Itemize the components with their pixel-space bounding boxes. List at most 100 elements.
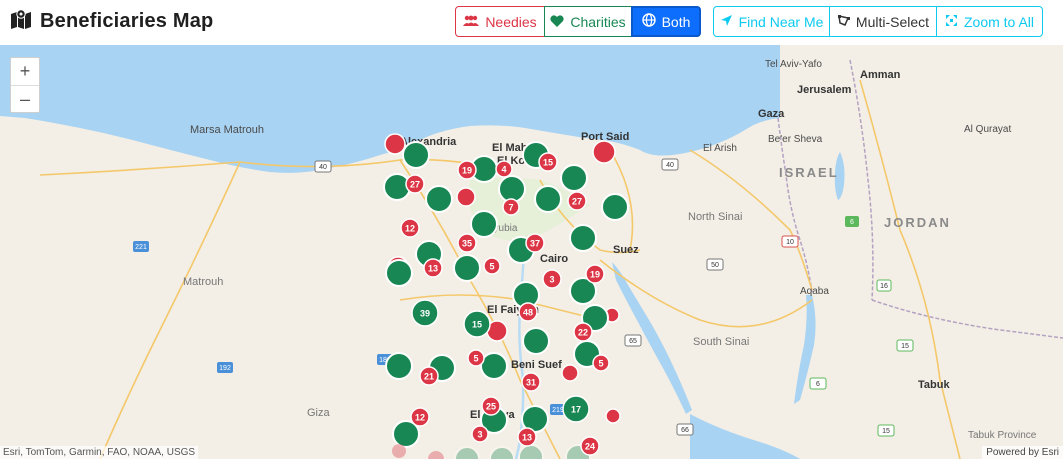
charity-marker[interactable] bbox=[385, 259, 413, 287]
needy-cluster[interactable]: 21 bbox=[419, 366, 439, 386]
charities-button[interactable]: Charities bbox=[544, 6, 632, 37]
needy-cluster[interactable]: 5 bbox=[467, 349, 485, 367]
needy-cluster[interactable]: 27 bbox=[405, 174, 425, 194]
charity-marker[interactable] bbox=[534, 185, 562, 213]
needy-cluster[interactable]: 24 bbox=[580, 436, 600, 456]
draw-polygon-icon bbox=[837, 14, 850, 30]
needy-cluster[interactable]: 5 bbox=[483, 257, 501, 275]
users-icon bbox=[463, 14, 480, 30]
needy-cluster[interactable]: 3 bbox=[471, 425, 489, 443]
needy-cluster[interactable]: 15 bbox=[538, 152, 558, 172]
needy-cluster[interactable]: 48 bbox=[518, 302, 538, 322]
needy-marker[interactable] bbox=[456, 187, 476, 207]
map-marked-icon bbox=[10, 9, 32, 34]
needy-cluster[interactable]: 22 bbox=[573, 322, 593, 342]
road-shield: 192 bbox=[217, 362, 233, 373]
cluster-count: 31 bbox=[526, 378, 536, 388]
road-shield: 6 bbox=[845, 216, 859, 227]
needy-cluster[interactable]: 7 bbox=[502, 198, 520, 216]
cluster-count: 24 bbox=[585, 442, 595, 452]
needy-cluster[interactable]: 35 bbox=[457, 233, 477, 253]
cluster-count: 25 bbox=[486, 402, 496, 412]
beneficiaries-map[interactable]: Marsa Matrouh Alexandria El Mahalla El K… bbox=[0, 45, 1063, 459]
expand-arrows-icon bbox=[945, 14, 958, 30]
svg-text:15: 15 bbox=[882, 428, 890, 435]
cluster-count: 5 bbox=[598, 359, 603, 369]
svg-text:66: 66 bbox=[681, 427, 689, 434]
page-title-text: Beneficiaries Map bbox=[40, 10, 214, 32]
needy-cluster[interactable]: 19 bbox=[457, 160, 477, 180]
charity-marker[interactable] bbox=[385, 352, 413, 380]
cluster-count: 48 bbox=[523, 308, 533, 318]
cluster-count: 27 bbox=[410, 180, 420, 190]
needies-button[interactable]: Needies bbox=[455, 6, 545, 37]
charity-marker[interactable] bbox=[480, 352, 508, 380]
needy-cluster[interactable]: 13 bbox=[517, 427, 537, 447]
cluster-count: 12 bbox=[415, 413, 425, 423]
place-label: Gaza bbox=[758, 108, 785, 120]
charity-marker[interactable] bbox=[518, 444, 544, 459]
charity-cluster[interactable]: 39 bbox=[411, 299, 439, 327]
needy-marker[interactable] bbox=[592, 140, 616, 164]
road-shield: 65 bbox=[624, 334, 642, 347]
charity-marker[interactable] bbox=[470, 210, 498, 238]
needy-cluster[interactable]: 27 bbox=[567, 191, 587, 211]
zoom-to-all-button[interactable]: Zoom to All bbox=[936, 6, 1043, 37]
needies-label: Needies bbox=[485, 13, 537, 30]
needy-cluster[interactable]: 25 bbox=[481, 396, 501, 416]
place-label: ISRAEL bbox=[779, 165, 839, 180]
place-label: Giza bbox=[307, 407, 331, 419]
svg-text:40: 40 bbox=[666, 162, 674, 169]
globe-icon bbox=[641, 13, 656, 30]
charity-marker[interactable] bbox=[425, 185, 453, 213]
needy-marker[interactable] bbox=[392, 444, 406, 458]
zoom-in-button[interactable]: + bbox=[11, 58, 39, 86]
charity-marker[interactable] bbox=[522, 327, 550, 355]
powered-by-esri[interactable]: Powered by Esri bbox=[982, 446, 1063, 459]
charity-marker[interactable] bbox=[569, 224, 597, 252]
needy-marker[interactable] bbox=[384, 133, 406, 155]
needy-cluster[interactable]: 4 bbox=[495, 160, 513, 178]
charity-marker[interactable] bbox=[601, 193, 629, 221]
cluster-count: 17 bbox=[571, 405, 581, 415]
svg-text:6: 6 bbox=[850, 219, 854, 226]
needy-cluster[interactable]: 12 bbox=[410, 407, 430, 427]
multi-select-button[interactable]: Multi-Select bbox=[829, 6, 937, 37]
charity-cluster[interactable]: 15 bbox=[463, 310, 491, 338]
needy-marker[interactable] bbox=[605, 408, 621, 424]
place-label: Beni Suef bbox=[511, 359, 562, 371]
charity-marker[interactable] bbox=[402, 141, 430, 169]
needy-marker[interactable] bbox=[561, 364, 579, 382]
page-title: Beneficiaries Map bbox=[10, 9, 213, 34]
cluster-count: 19 bbox=[462, 166, 472, 176]
charity-marker[interactable] bbox=[498, 175, 526, 203]
needy-cluster[interactable]: 3 bbox=[542, 269, 562, 289]
cluster-count: 7 bbox=[508, 203, 513, 213]
cluster-count: 22 bbox=[578, 328, 588, 338]
place-label: JORDAN bbox=[884, 215, 951, 230]
cluster-count: 37 bbox=[530, 239, 540, 249]
needy-cluster[interactable]: 5 bbox=[592, 354, 610, 372]
charity-cluster[interactable]: 17 bbox=[562, 395, 590, 423]
both-button[interactable]: Both bbox=[631, 6, 701, 37]
cluster-count: 5 bbox=[489, 262, 494, 272]
place-label: El Arish bbox=[703, 143, 737, 154]
svg-text:65: 65 bbox=[629, 338, 637, 345]
needy-cluster[interactable]: 13 bbox=[423, 258, 443, 278]
zoom-out-button[interactable]: – bbox=[11, 86, 39, 113]
svg-text:10: 10 bbox=[786, 239, 794, 246]
svg-text:219: 219 bbox=[552, 407, 564, 414]
needy-cluster[interactable]: 37 bbox=[525, 233, 545, 253]
cluster-count: 19 bbox=[590, 270, 600, 280]
find-near-me-button[interactable]: Find Near Me bbox=[713, 6, 830, 37]
needy-cluster[interactable]: 12 bbox=[400, 218, 420, 238]
svg-text:192: 192 bbox=[219, 365, 231, 372]
road-shield: 40 bbox=[314, 160, 332, 173]
charity-marker[interactable] bbox=[560, 164, 588, 192]
needy-cluster[interactable]: 19 bbox=[585, 264, 605, 284]
charity-marker[interactable] bbox=[453, 254, 481, 282]
svg-text:15: 15 bbox=[901, 343, 909, 350]
road-shield: 221 bbox=[133, 241, 149, 252]
needy-cluster[interactable]: 31 bbox=[521, 372, 541, 392]
cluster-count: 27 bbox=[572, 197, 582, 207]
